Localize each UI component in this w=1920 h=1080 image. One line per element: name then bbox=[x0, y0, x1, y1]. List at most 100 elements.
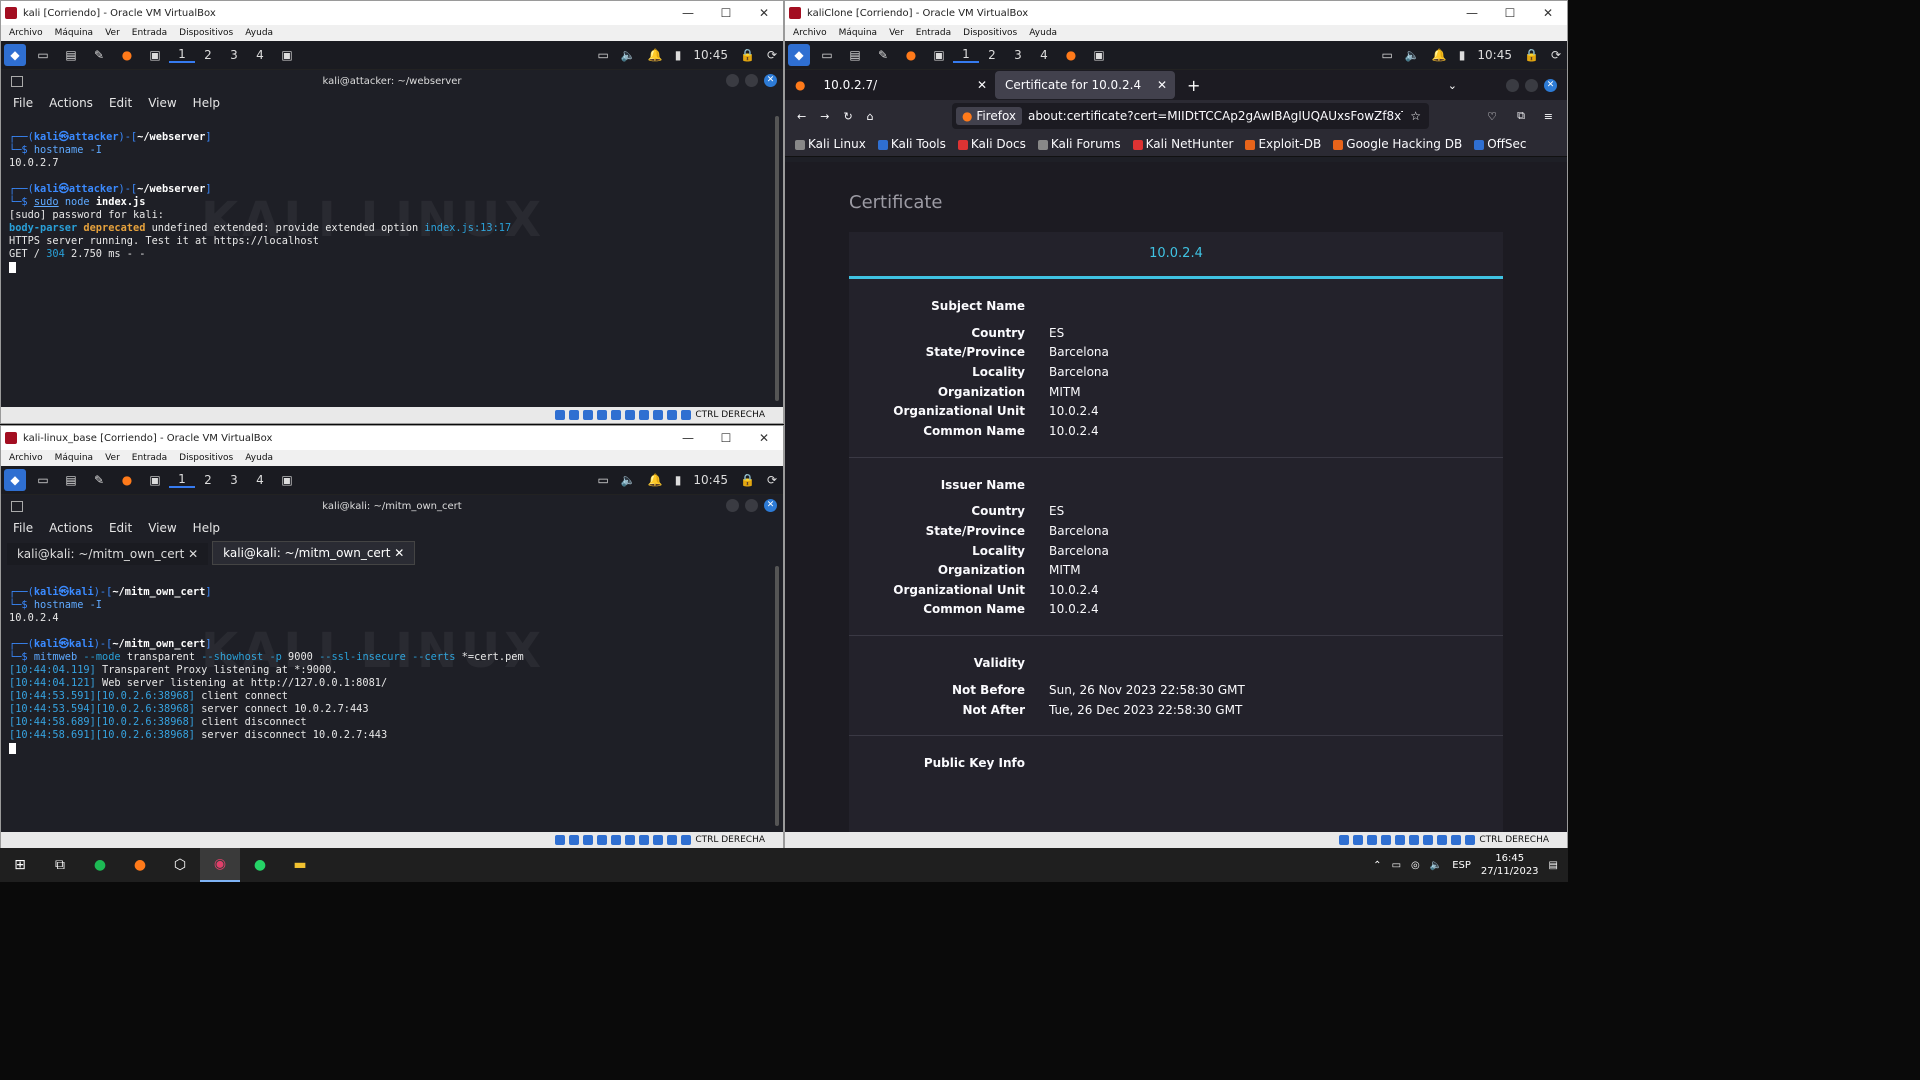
forward-icon[interactable]: → bbox=[820, 110, 829, 123]
close-tab-icon[interactable]: ✕ bbox=[977, 78, 987, 92]
menu-ver[interactable]: Ver bbox=[889, 28, 904, 38]
close-button[interactable]: ✕ bbox=[1544, 79, 1557, 92]
volume-icon[interactable]: 🔈 bbox=[1405, 48, 1420, 62]
bookmark-kali-tools[interactable]: Kali Tools bbox=[877, 137, 946, 151]
menu-archivo[interactable]: Archivo bbox=[9, 453, 43, 463]
workspace-4[interactable]: 4 bbox=[247, 48, 273, 62]
title-bar[interactable]: kali [Corriendo] - Oracle VM VirtualBox … bbox=[1, 1, 783, 25]
menu-file[interactable]: File bbox=[13, 96, 33, 110]
snipping-tool-icon[interactable]: ◉ bbox=[200, 848, 240, 882]
bookmark-kali-linux[interactable]: Kali Linux bbox=[795, 137, 866, 151]
usb-icon[interactable] bbox=[1381, 835, 1392, 845]
menu-maquina[interactable]: Máquina bbox=[839, 28, 877, 38]
taskbar-clock[interactable]: 16:45 27/11/2023 bbox=[1481, 852, 1539, 878]
workspace-2[interactable]: 2 bbox=[979, 48, 1005, 62]
editor-icon[interactable]: ✎ bbox=[88, 469, 110, 491]
terminal-icon[interactable]: ▣ bbox=[144, 44, 166, 66]
chevron-up-icon[interactable]: ⌃ bbox=[1373, 860, 1381, 871]
cpu-icon[interactable] bbox=[653, 835, 664, 845]
menu-entrada[interactable]: Entrada bbox=[916, 28, 951, 38]
vbox-window-kali-linux-base[interactable]: kali-linux_base [Corriendo] - Oracle VM … bbox=[0, 425, 784, 849]
language-indicator[interactable]: ESP bbox=[1452, 860, 1471, 871]
vbox-window-kaliclone[interactable]: kaliClone [Corriendo] - Oracle VM Virtua… bbox=[784, 0, 1568, 849]
mouse-icon[interactable] bbox=[667, 835, 678, 845]
firefox-identity-chip[interactable]: ● Firefox bbox=[956, 107, 1023, 125]
firefox-icon[interactable]: ● bbox=[116, 44, 138, 66]
desktop-icon[interactable]: ▭ bbox=[32, 469, 54, 491]
terminal-tab[interactable]: kali@kali: ~/mitm_own_cert ✕ bbox=[7, 543, 209, 565]
volume-icon[interactable]: 🔈 bbox=[621, 48, 636, 62]
workspace-1[interactable]: 1 bbox=[953, 47, 979, 63]
speaker-icon[interactable]: 🔈 bbox=[1430, 860, 1442, 871]
hdd-icon[interactable] bbox=[1339, 835, 1350, 845]
title-bar[interactable]: kali-linux_base [Corriendo] - Oracle VM … bbox=[1, 426, 783, 450]
hdd-icon[interactable] bbox=[555, 410, 566, 420]
terminal-icon[interactable]: ▣ bbox=[928, 44, 950, 66]
network-icon[interactable] bbox=[583, 835, 594, 845]
workspace-3[interactable]: 3 bbox=[221, 473, 247, 487]
file-explorer-icon[interactable]: ▬ bbox=[280, 848, 320, 882]
panel-clock[interactable]: 10:45 bbox=[693, 473, 728, 487]
lock-icon[interactable]: 🔒 bbox=[740, 473, 755, 487]
network-icon[interactable] bbox=[583, 410, 594, 420]
menu-maquina[interactable]: Máquina bbox=[55, 28, 93, 38]
mouse-icon[interactable] bbox=[667, 410, 678, 420]
power-icon[interactable]: ⟳ bbox=[767, 473, 777, 487]
bookmark-kali-forums[interactable]: Kali Forums bbox=[1037, 137, 1121, 151]
close-button[interactable]: ✕ bbox=[745, 426, 783, 450]
desktop-icon[interactable]: ▭ bbox=[32, 44, 54, 66]
close-tab-icon[interactable]: ✕ bbox=[394, 546, 404, 560]
volume-icon[interactable]: 🔈 bbox=[621, 473, 636, 487]
close-button[interactable]: ✕ bbox=[1529, 1, 1567, 25]
menu-help[interactable]: Help bbox=[193, 96, 220, 110]
start-icon[interactable]: ⊞ bbox=[0, 848, 40, 882]
firefox-task-icon[interactable]: ● bbox=[1060, 44, 1082, 66]
terminal-output[interactable]: KALI LINUX ┌──(kali㉿kali)-[~/mitm_own_cer… bbox=[1, 565, 783, 829]
notification-center-icon[interactable]: ▤ bbox=[1549, 860, 1558, 871]
terminal-task-icon[interactable]: ▣ bbox=[276, 469, 298, 491]
workspace-3[interactable]: 3 bbox=[221, 48, 247, 62]
menu-archivo[interactable]: Archivo bbox=[793, 28, 827, 38]
usb-icon[interactable] bbox=[597, 410, 608, 420]
panel-clock[interactable]: 10:45 bbox=[693, 48, 728, 62]
display-icon[interactable]: ▭ bbox=[598, 473, 609, 487]
new-tab-icon[interactable]: + bbox=[1187, 76, 1200, 95]
optical-icon[interactable] bbox=[569, 410, 580, 420]
notification-icon[interactable]: 🔔 bbox=[1432, 48, 1447, 62]
menu-view[interactable]: View bbox=[148, 96, 176, 110]
display-icon[interactable]: ▭ bbox=[598, 48, 609, 62]
menu-ver[interactable]: Ver bbox=[105, 28, 120, 38]
virtualbox-app-icon[interactable]: ⬡ bbox=[160, 848, 200, 882]
bookmark-google-hacking-db[interactable]: Google Hacking DB bbox=[1333, 137, 1462, 151]
optical-icon[interactable] bbox=[569, 835, 580, 845]
terminal-icon[interactable]: ▣ bbox=[144, 469, 166, 491]
workspace-3[interactable]: 3 bbox=[1005, 48, 1031, 62]
minimize-button[interactable] bbox=[726, 74, 739, 87]
scrollbar[interactable] bbox=[775, 566, 779, 826]
keyboard-icon[interactable] bbox=[681, 410, 692, 420]
menu-actions[interactable]: Actions bbox=[49, 96, 93, 110]
vbox-window-kali[interactable]: kali [Corriendo] - Oracle VM VirtualBox … bbox=[0, 0, 784, 424]
shared-folder-icon[interactable] bbox=[611, 410, 622, 420]
files-icon[interactable]: ▤ bbox=[844, 44, 866, 66]
bookmark-exploit-db[interactable]: Exploit-DB bbox=[1245, 137, 1321, 151]
terminal-task-icon[interactable]: ▣ bbox=[276, 44, 298, 66]
shared-folder-icon[interactable] bbox=[611, 835, 622, 845]
power-icon[interactable]: ⟳ bbox=[1551, 48, 1561, 62]
battery-icon[interactable]: ▮ bbox=[1459, 48, 1466, 62]
network-icon[interactable] bbox=[1367, 835, 1378, 845]
power-icon[interactable]: ⟳ bbox=[767, 48, 777, 62]
menu-help[interactable]: Help bbox=[193, 521, 220, 535]
minimize-button[interactable]: — bbox=[669, 1, 707, 25]
lock-icon[interactable]: 🔒 bbox=[740, 48, 755, 62]
maximize-button[interactable]: ☐ bbox=[1491, 1, 1529, 25]
home-icon[interactable]: ⌂ bbox=[867, 110, 874, 123]
editor-icon[interactable]: ✎ bbox=[88, 44, 110, 66]
menu-dispositivos[interactable]: Dispositivos bbox=[179, 28, 233, 38]
terminal-task-icon[interactable]: ▣ bbox=[1088, 44, 1110, 66]
notification-icon[interactable]: 🔔 bbox=[648, 48, 663, 62]
bookmark-offsec[interactable]: OffSec bbox=[1474, 137, 1527, 151]
task-view-icon[interactable]: ⧉ bbox=[40, 848, 80, 882]
cert-tab[interactable]: 10.0.2.4 bbox=[849, 232, 1503, 279]
close-tab-icon[interactable]: ✕ bbox=[188, 547, 198, 561]
